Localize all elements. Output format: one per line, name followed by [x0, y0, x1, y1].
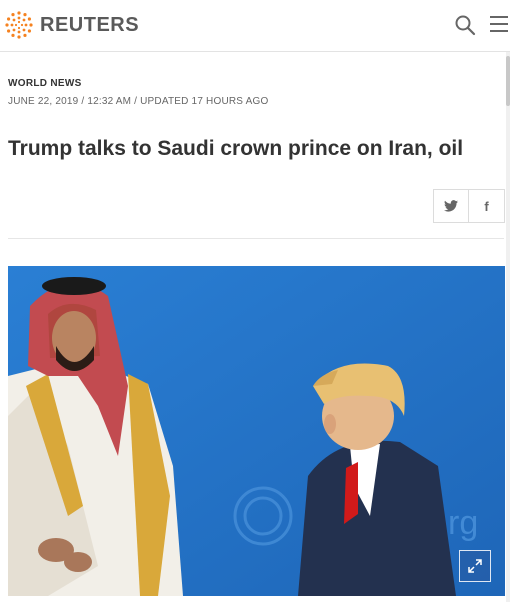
site-header: REUTERS — [0, 0, 510, 52]
svg-text:rg: rg — [448, 504, 478, 542]
page-scrollbar[interactable] — [506, 52, 510, 602]
reuters-logo-icon — [5, 11, 33, 39]
article-headline: Trump talks to Saudi crown prince on Ira… — [8, 137, 464, 160]
brand-name: REUTERS — [40, 13, 140, 36]
article-divider — [8, 238, 504, 239]
search-icon — [455, 15, 476, 36]
expand-icon — [468, 559, 482, 573]
article-photo[interactable]: rg — [8, 266, 505, 596]
article-dateline: JUNE 22, 2019 / 12:32 AM / UPDATED 17 HO… — [8, 96, 269, 107]
share-bar: f — [433, 189, 505, 223]
search-button[interactable] — [454, 14, 476, 36]
photo-illustration: rg — [8, 266, 505, 596]
article-section-link[interactable]: WORLD NEWS — [8, 78, 82, 89]
twitter-icon — [444, 200, 458, 212]
reuters-logo[interactable]: REUTERS — [4, 10, 139, 40]
hamburger-menu-icon[interactable] — [490, 16, 508, 34]
facebook-share-button[interactable]: f — [469, 189, 505, 223]
expand-photo-button[interactable] — [459, 550, 491, 582]
scrollbar-thumb[interactable] — [506, 56, 510, 106]
facebook-icon: f — [484, 198, 489, 214]
twitter-share-button[interactable] — [433, 189, 469, 223]
